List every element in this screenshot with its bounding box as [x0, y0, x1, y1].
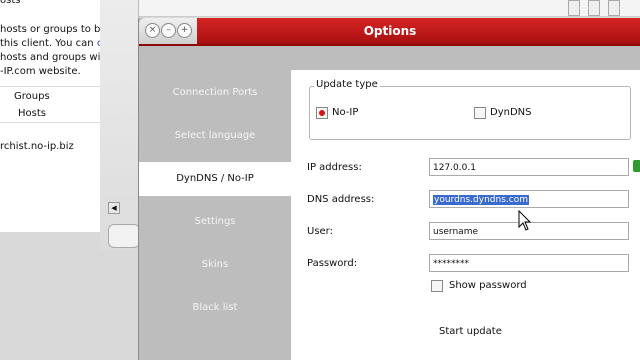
maximize-icon[interactable]: + [177, 23, 192, 38]
window-button[interactable] [568, 0, 580, 16]
background-text-line: hosts and groups with [0, 52, 107, 63]
groups-header[interactable]: Groups [14, 91, 50, 103]
nav-item-dyndns-noip[interactable]: DynDNS / No-IP [139, 162, 291, 196]
title-bar[interactable]: Options [139, 18, 640, 44]
scroll-left-arrow-icon[interactable]: ◀ [108, 202, 120, 214]
background-text-line: hosts or groups to be [0, 24, 107, 35]
window-title: Options [363, 24, 417, 38]
title-underline [139, 44, 640, 46]
password-label: Password: [307, 258, 358, 269]
update-type-group: Update type No-IP DynDNS [309, 79, 631, 140]
background-scroll-area: ◀ [100, 0, 140, 250]
close-icon[interactable]: × [145, 23, 160, 38]
show-password-checkbox[interactable] [431, 280, 443, 292]
background-window-title: osts [0, 0, 21, 6]
nav-item-black-list[interactable]: Black list [139, 291, 291, 325]
dns-address-label: DNS address: [307, 194, 375, 205]
nav-item-skins[interactable]: Skins [139, 248, 291, 282]
divider [0, 122, 106, 123]
ip-address-label: IP address: [307, 162, 362, 173]
background-window: osts hosts or groups to be this client. … [0, 0, 107, 232]
dns-address-field[interactable]: yourdns.dyndns.com [429, 190, 629, 208]
nav-item-connection-ports[interactable]: Connection Ports [139, 76, 291, 110]
noip-radio[interactable] [316, 107, 328, 119]
minimize-icon[interactable]: – [161, 23, 176, 38]
hosts-header[interactable]: Hosts [18, 108, 46, 120]
password-field[interactable]: ******** [429, 254, 629, 272]
background-window-titlebar [100, 0, 640, 17]
background-button[interactable] [108, 224, 140, 248]
window-button[interactable] [608, 0, 620, 16]
background-text-line: this client. You can cli [0, 38, 106, 50]
noip-radio-label[interactable]: No-IP [332, 107, 358, 118]
window-button[interactable] [588, 0, 600, 16]
mouse-cursor-icon [518, 210, 532, 231]
show-password-label[interactable]: Show password [449, 280, 527, 291]
window-controls: × – + [139, 18, 197, 44]
update-type-legend: Update type [314, 79, 380, 90]
settings-panel: Update type No-IP DynDNS IP address: 127… [291, 70, 640, 360]
dns-address-value: yourdns.dyndns.com [433, 195, 529, 205]
nav-item-select-language[interactable]: Select language [139, 119, 291, 153]
dyndns-radio-label[interactable]: DynDNS [490, 107, 531, 118]
host-list-item[interactable]: rchist.no-ip.biz [0, 141, 74, 153]
start-update-button[interactable]: Start update [439, 326, 502, 337]
status-icon [633, 160, 640, 172]
nav-item-settings[interactable]: Settings [139, 205, 291, 239]
options-window: Options × – + Connection Ports Select la… [138, 18, 640, 360]
background-text-line: -IP.com website. [0, 66, 81, 77]
dyndns-radio[interactable] [474, 107, 486, 119]
divider [0, 86, 106, 87]
ip-address-field[interactable]: 127.0.0.1 [429, 158, 629, 176]
user-label: User: [307, 226, 333, 237]
